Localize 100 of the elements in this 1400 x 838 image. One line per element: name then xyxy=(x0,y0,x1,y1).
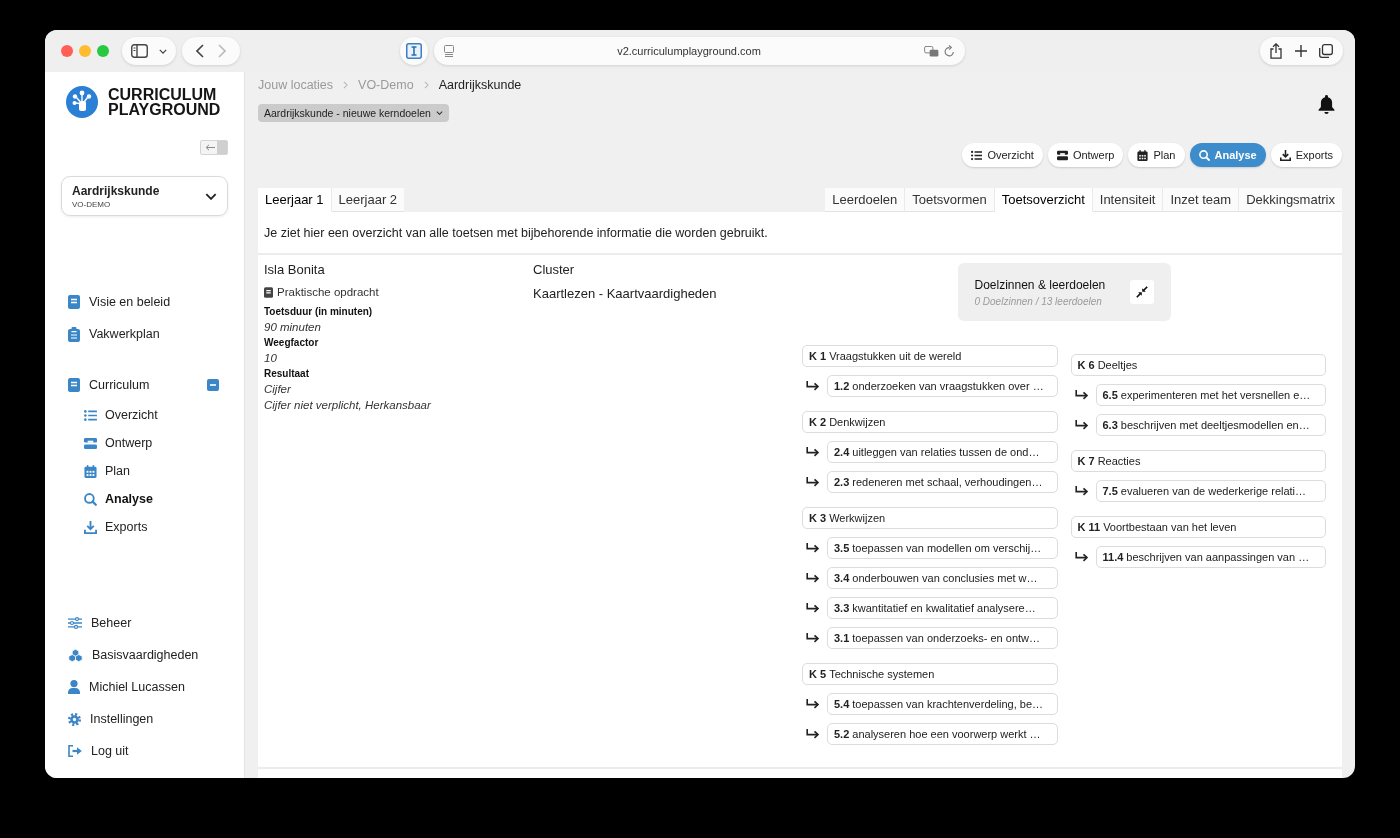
goal-heading: K 7 Reacties xyxy=(1070,450,1326,472)
hook-arrow-icon xyxy=(806,699,820,709)
goal-heading: K 3 Werkwijzen xyxy=(802,507,1058,529)
collapse-icon[interactable] xyxy=(207,379,219,391)
share-icon[interactable] xyxy=(1270,43,1282,59)
objective-item: 1.2 onderzoeken van vraagstukken over … xyxy=(827,375,1058,397)
view-button[interactable]: Plan xyxy=(1128,143,1185,167)
tab[interactable]: Toetsvormen xyxy=(905,188,995,212)
hook-arrow-icon xyxy=(806,381,820,391)
settings-icon xyxy=(68,712,81,726)
stacked-bars-icon xyxy=(84,436,97,450)
hook-arrow-icon xyxy=(1074,390,1089,400)
tab[interactable]: Leerdoelen xyxy=(825,188,906,212)
hook-arrow-icon xyxy=(806,447,820,457)
objective-item: 3.5 toepassen van modellen om verschij… xyxy=(827,537,1058,559)
nav-item[interactable]: Basisvaardigheden xyxy=(45,639,244,671)
view-button[interactable]: Overzicht xyxy=(962,143,1043,167)
extension-button[interactable] xyxy=(400,37,428,65)
book-icon xyxy=(68,378,80,392)
reload-icon[interactable] xyxy=(944,45,955,57)
url-text: v2.curriculumplayground.com xyxy=(616,45,762,57)
download-icon xyxy=(1279,149,1291,161)
back-icon[interactable] xyxy=(196,44,204,58)
field-label: Resultaat xyxy=(264,367,310,382)
hook-arrow-icon xyxy=(806,543,820,553)
tab[interactable]: Leerjaar 1 xyxy=(258,188,332,212)
test-type: Praktische opdracht xyxy=(277,286,379,298)
sidebar-toggle-button[interactable] xyxy=(122,37,176,65)
collapse-sidebar-button[interactable] xyxy=(200,140,228,155)
chevron-down-icon xyxy=(435,111,443,115)
translate-icon[interactable] xyxy=(924,45,939,57)
clipboard-icon xyxy=(68,326,80,342)
goal-heading: K 11 Voortbestaan van het leven xyxy=(1070,516,1326,538)
field-label: Toetsduur (in minuten) xyxy=(264,305,374,319)
hook-arrow-icon xyxy=(806,633,820,643)
hook-arrow-icon xyxy=(1074,486,1089,496)
objective-item: 6.3 beschrijven met deeltjesmodellen en… xyxy=(1095,414,1326,436)
goals-panel-title: Doelzinnen & leerdoelen xyxy=(974,277,1106,292)
goal-heading: K 1 Vraagstukken uit de wereld xyxy=(802,345,1058,367)
search-icon xyxy=(84,492,97,506)
search-icon xyxy=(1198,149,1210,161)
objective-item: 3.1 toepassen van onderzoeks- en ontw… xyxy=(827,627,1058,649)
nav-subitem[interactable]: Plan xyxy=(45,457,244,485)
sidebar-icon xyxy=(131,44,148,58)
calendar-icon xyxy=(84,464,97,478)
objective-item: 3.3 kwantitatief en kwalitatief analysere… xyxy=(827,597,1058,619)
chevron-right-icon xyxy=(423,81,429,89)
nav-item[interactable]: Instellingen xyxy=(45,703,244,735)
chevron-right-icon xyxy=(343,81,349,89)
view-button[interactable]: Exports xyxy=(1270,143,1342,167)
hook-arrow-icon xyxy=(1074,552,1089,562)
tab[interactable]: Toetsoverzicht xyxy=(994,188,1093,212)
close-icon[interactable] xyxy=(61,45,73,57)
objective-item: 5.2 analyseren hoe een voorwerp werkt … xyxy=(827,723,1058,745)
tab[interactable]: Intensiteit xyxy=(1092,188,1164,212)
objective-item: 3.4 onderbouwen van conclusies met w… xyxy=(827,567,1058,589)
address-field[interactable]: v2.curriculumplayground.com xyxy=(434,37,965,65)
subject-title: Aardrijkskunde xyxy=(72,183,160,198)
page-icon xyxy=(444,45,454,57)
goal-heading: K 6 Deeltjes xyxy=(1070,354,1326,376)
field-value: 10 xyxy=(264,350,278,366)
nav-subitem[interactable]: Ontwerp xyxy=(45,429,244,457)
logout-icon xyxy=(68,745,82,757)
tab[interactable]: Leerjaar 2 xyxy=(331,188,405,212)
nav-item[interactable]: Beheer xyxy=(45,607,244,639)
nav-item[interactable]: Curriculum xyxy=(45,369,244,401)
field-value: 90 minuten xyxy=(264,319,322,335)
view-button[interactable]: Ontwerp xyxy=(1047,143,1124,167)
bell-icon[interactable] xyxy=(1318,95,1335,114)
nav-item[interactable]: Log uit xyxy=(45,735,244,767)
tabs-icon[interactable] xyxy=(1319,44,1333,58)
logo-text: CURRICULUM PLAYGROUND xyxy=(108,87,222,117)
intro-text: Je ziet hier een overzicht van alle toetsen met bijbehorende informatie die worden gebruikt. xyxy=(264,225,768,240)
nav-subitem[interactable]: Exports xyxy=(45,513,244,541)
tab[interactable]: Dekkingsmatrix xyxy=(1239,188,1342,212)
curriculum-dropdown[interactable]: Aardrijkskunde - nieuwe kerndoelen xyxy=(258,104,449,122)
tab[interactable]: Inzet team xyxy=(1163,188,1240,212)
hook-arrow-icon xyxy=(1074,420,1089,430)
nav-item[interactable]: Vakwerkplan xyxy=(45,318,244,350)
nav-item[interactable]: Michiel Lucassen xyxy=(45,671,244,703)
sliders-icon xyxy=(68,617,82,629)
breadcrumb-item[interactable]: Aardrijkskunde xyxy=(438,78,522,92)
view-button[interactable]: Analyse xyxy=(1189,143,1266,167)
compress-icon xyxy=(1135,286,1148,298)
objective-item: 7.5 evalueren van de wederkerige relati… xyxy=(1095,480,1326,502)
plus-icon[interactable] xyxy=(1294,45,1307,57)
nav-subitem[interactable]: Overzicht xyxy=(45,401,244,429)
book-icon xyxy=(264,286,273,298)
user-icon xyxy=(68,680,80,694)
text-cursor-icon xyxy=(406,43,422,59)
cubes-icon xyxy=(68,648,83,662)
nav-subitem[interactable]: Analyse xyxy=(45,485,244,513)
collapse-button[interactable] xyxy=(1129,280,1154,304)
nav-item[interactable]: Visie en beleid xyxy=(45,286,244,318)
goal-heading: K 5 Technische systemen xyxy=(802,663,1058,685)
field-label: Weegfactor xyxy=(264,336,320,351)
subject-dropdown[interactable]: Aardrijkskunde VO-DEMO xyxy=(61,176,228,216)
stacked-bars-icon xyxy=(1056,149,1068,161)
book-icon xyxy=(68,295,80,309)
field-value: Cijfer niet verplicht, Herkansbaar xyxy=(264,397,432,413)
